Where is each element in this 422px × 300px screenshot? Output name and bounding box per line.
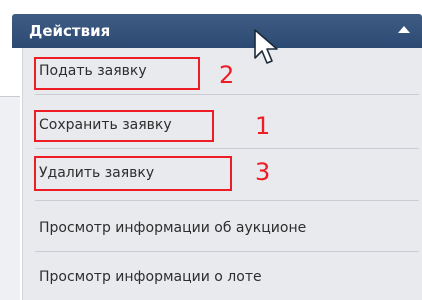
background-panel-border <box>0 96 20 97</box>
menu-item-view-auction-info[interactable]: Просмотр информации об аукционе <box>23 205 422 251</box>
menu-item-view-lot-info[interactable]: Просмотр информации о лоте <box>23 254 422 300</box>
chevron-up-icon[interactable] <box>398 26 410 33</box>
mouse-pointer-icon <box>254 29 278 64</box>
actions-title: Действия <box>29 22 111 40</box>
menu-item-delete-application[interactable]: Удалить заявку <box>23 150 422 196</box>
menu-item-label: Просмотр информации о лоте <box>39 269 262 285</box>
background-panel <box>0 96 20 300</box>
menu-divider <box>35 251 419 252</box>
menu-item-label: Сохранить заявку <box>39 117 172 133</box>
menu-item-save-application[interactable]: Сохранить заявку <box>23 102 422 148</box>
actions-dropdown-header[interactable]: Действия <box>12 14 422 48</box>
annotation-number: 1 <box>255 112 271 140</box>
menu-divider <box>35 200 419 201</box>
menu-divider <box>35 148 419 149</box>
annotation-number: 3 <box>255 158 271 186</box>
menu-item-label: Просмотр информации об аукционе <box>39 220 307 236</box>
menu-item-label: Подать заявку <box>39 63 147 79</box>
menu-divider <box>35 94 419 95</box>
annotation-number: 2 <box>219 61 235 89</box>
menu-item-label: Удалить заявку <box>39 165 155 181</box>
